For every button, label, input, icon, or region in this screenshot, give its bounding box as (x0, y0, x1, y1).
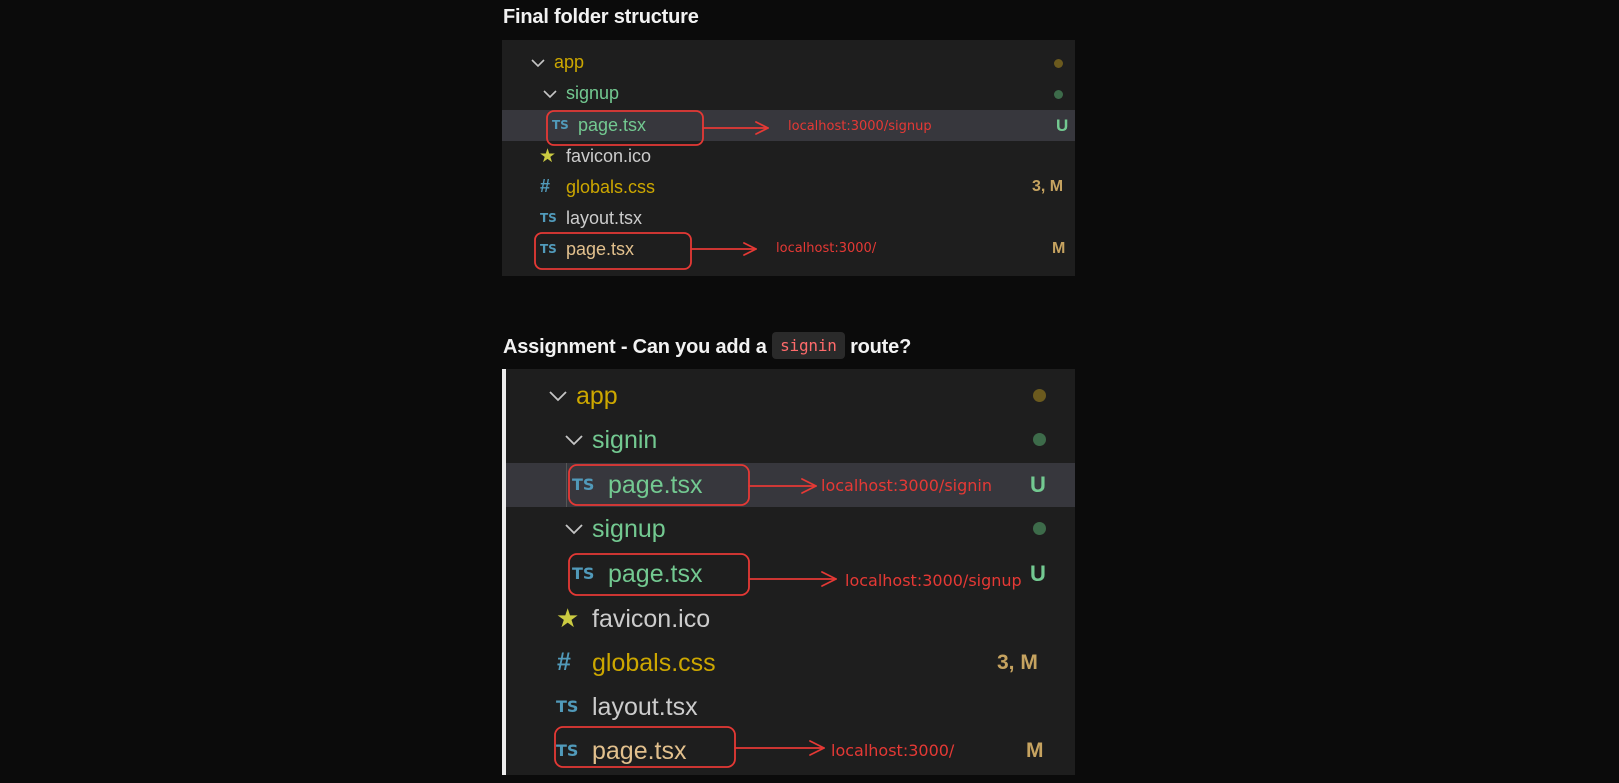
file-label: globals.css (566, 177, 656, 197)
tree-row-signup[interactable]: signup (506, 508, 1075, 550)
git-badge-untracked: U (1030, 561, 1046, 586)
git-badge-modified: M (1026, 739, 1044, 762)
folder-label: app (554, 52, 585, 72)
tree-row-globals[interactable]: # globals.css 3, M (502, 172, 1075, 203)
git-badge-modified: 3, M (997, 651, 1038, 674)
inline-code-signin: signin (772, 332, 845, 359)
chevron-down-icon (531, 59, 545, 68)
file-label: layout.tsx (566, 208, 643, 228)
typescript-icon: TS (540, 242, 557, 256)
typescript-icon: TS (540, 211, 557, 225)
section-title-final-structure: Final folder structure (503, 6, 699, 28)
indent-guide (566, 463, 567, 507)
git-status-dot (1054, 90, 1063, 99)
route-annotation-root: localhost:3000/ (776, 241, 877, 256)
tree-row-signup[interactable]: signup (502, 79, 1075, 109)
tree-row-favicon[interactable]: ★ favicon.ico (502, 141, 1075, 172)
hash-icon: # (540, 176, 551, 196)
tree-row-favicon[interactable]: ★ favicon.ico (506, 597, 1075, 641)
chevron-down-icon (565, 524, 583, 535)
git-status-dot (1033, 522, 1046, 535)
file-label: page.tsx (608, 560, 703, 588)
chevron-down-icon (543, 90, 557, 99)
page: Final folder structure app signup TS pag… (0, 0, 1619, 783)
folder-label: signup (566, 83, 620, 103)
chevron-down-icon (549, 391, 567, 402)
folder-label: app (576, 382, 618, 410)
tree-row-globals[interactable]: # globals.css 3, M (506, 641, 1075, 685)
file-label: layout.tsx (592, 693, 698, 721)
route-annotation-signup: localhost:3000/signup (845, 571, 1022, 590)
git-badge-modified: 3, M (1032, 178, 1064, 195)
folder-label: signup (592, 515, 666, 543)
git-status-dot (1033, 389, 1046, 402)
tree-row-app[interactable]: app (502, 48, 1075, 78)
typescript-icon: TS (572, 564, 595, 583)
hash-icon: # (557, 648, 571, 676)
file-label: page.tsx (592, 737, 687, 765)
git-status-dot (1054, 59, 1063, 68)
tree-row-signin[interactable]: signin (506, 419, 1075, 461)
typescript-icon: TS (572, 475, 595, 494)
file-label: favicon.ico (592, 605, 711, 633)
typescript-icon: TS (556, 697, 579, 716)
star-icon: ★ (556, 603, 580, 633)
tree-row-layout[interactable]: TS layout.tsx (506, 685, 1075, 729)
file-label: page.tsx (608, 471, 703, 499)
assignment-text-suffix: route? (850, 336, 912, 358)
file-label: page.tsx (566, 239, 635, 259)
route-annotation-signin: localhost:3000/signin (821, 476, 992, 495)
file-label: page.tsx (578, 115, 647, 135)
git-badge-modified: M (1052, 240, 1066, 257)
typescript-icon: TS (552, 118, 569, 132)
folder-label: signin (592, 426, 658, 454)
tree-row-root-page[interactable]: TS page.tsx M (506, 729, 1075, 773)
git-status-dot (1033, 433, 1046, 446)
route-annotation-root: localhost:3000/ (831, 741, 955, 760)
git-badge-untracked: U (1030, 472, 1046, 497)
route-annotation-signup: localhost:3000/signup (788, 119, 932, 134)
tree-row-app[interactable]: app (506, 375, 1075, 417)
chevron-down-icon (565, 435, 583, 446)
section-title-assignment: Assignment - Can you add a signin route? (503, 332, 911, 359)
tree-row-layout[interactable]: TS layout.tsx (502, 203, 1075, 234)
git-badge-untracked: U (1056, 116, 1069, 135)
star-icon: ★ (539, 146, 557, 167)
typescript-icon: TS (556, 741, 579, 760)
assignment-text-prefix: Assignment - Can you add a (503, 336, 767, 358)
file-label: globals.css (592, 649, 716, 677)
file-label: favicon.ico (566, 146, 652, 166)
